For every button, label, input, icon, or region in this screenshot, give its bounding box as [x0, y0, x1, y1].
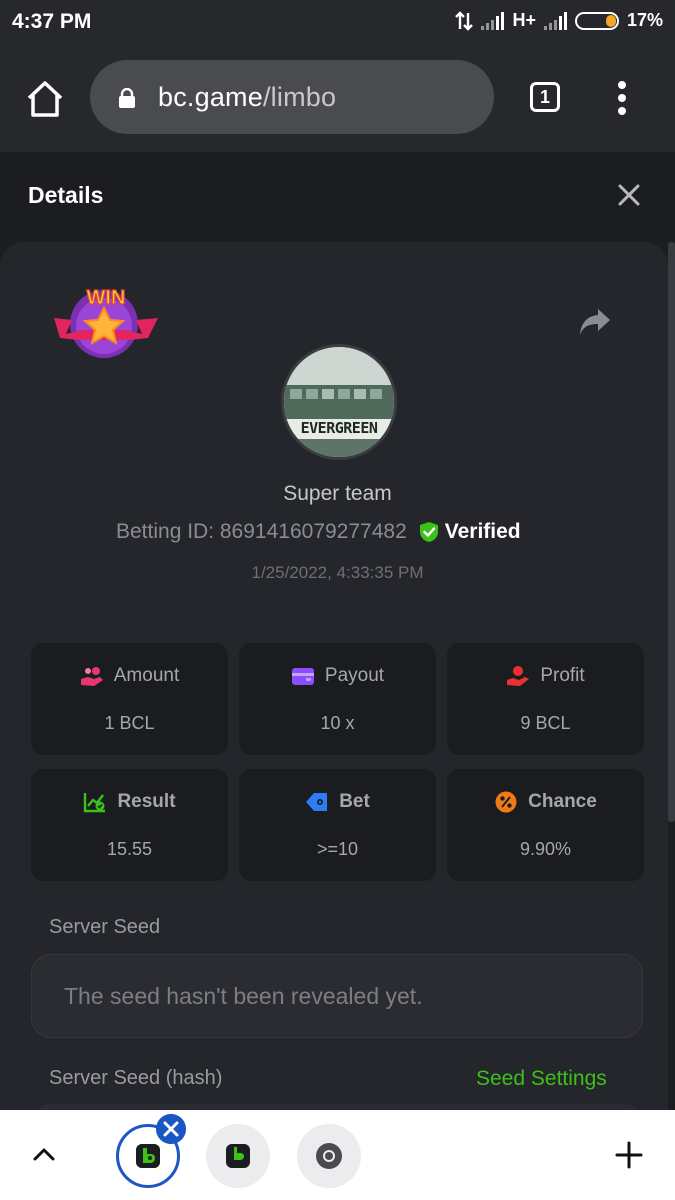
status-time: 4:37 PM [12, 10, 92, 33]
avatar-image [284, 347, 394, 457]
betting-id-row: Betting ID: 8691416079277482 Verified [116, 520, 521, 544]
bcgame-app-icon [136, 1144, 160, 1168]
chrome-icon [316, 1143, 342, 1169]
stat-card-bet: Bet >=10 [239, 769, 436, 881]
stat-head-chance: Chance [447, 791, 644, 813]
details-header: Details [0, 152, 675, 242]
verified-label: Verified [444, 520, 521, 543]
stat-value: 9.90% [519, 839, 572, 859]
stat-label: Payout [324, 665, 385, 686]
server-seed-label: Server Seed [49, 916, 161, 938]
share-icon[interactable] [578, 305, 612, 339]
stat-label: Chance [528, 791, 597, 812]
status-bar: 4:37 PM H+ 17% [0, 0, 675, 46]
stat-head-bet: Bet [239, 791, 436, 813]
hand-coin-icon [507, 666, 530, 686]
server-seed-field[interactable]: The seed hasn't been revealed yet. [31, 954, 643, 1038]
percent-icon [495, 791, 517, 813]
stat-head-payout: Payout [239, 665, 436, 687]
stat-head-amount: Amount [31, 665, 228, 687]
tab-chrome[interactable] [297, 1124, 361, 1188]
close-tab-icon[interactable] [156, 1114, 186, 1144]
more-menu-icon[interactable] [612, 80, 632, 116]
bottom-tab-switcher [0, 1110, 675, 1200]
stat-label: Result [117, 791, 176, 812]
tab-count-button[interactable]: 1 [530, 82, 560, 112]
stat-value: 9 BCL [520, 713, 571, 733]
stat-label: Profit [540, 665, 585, 686]
win-badge-text: WIN [87, 287, 126, 309]
stat-card-payout: Payout 10 x [239, 643, 436, 755]
status-indicators: H+ 17% [455, 10, 663, 31]
avatar: EVERGREEN [281, 344, 397, 460]
stat-card-amount: Amount 1 BCL [31, 643, 228, 755]
tag-icon [306, 793, 328, 811]
bet-timestamp: 1/25/2022, 4:33:35 PM [251, 563, 424, 582]
lock-icon [119, 88, 135, 108]
home-icon[interactable] [24, 78, 66, 120]
new-tab-plus-icon[interactable] [614, 1140, 644, 1170]
stat-head-profit: Profit [447, 665, 644, 687]
network-type: H+ [512, 10, 536, 30]
close-icon[interactable] [614, 180, 644, 210]
url-bar[interactable]: bc.game/limbo [90, 60, 494, 134]
url-text: bc.game/limbo [158, 82, 336, 113]
stat-card-profit: Profit 9 BCL [447, 643, 644, 755]
betting-id: Betting ID: 8691416079277482 [116, 520, 407, 543]
chart-check-icon [84, 793, 106, 813]
bcgame-chat-icon [226, 1144, 250, 1168]
details-title: Details [28, 182, 104, 208]
stat-label: Amount [113, 665, 180, 686]
username: Super team [283, 482, 392, 505]
chevron-up-icon[interactable] [32, 1146, 56, 1162]
win-badge-icon: WIN [54, 286, 158, 358]
stat-value: 1 BCL [104, 713, 155, 733]
tab-bcgame-chat[interactable] [206, 1124, 270, 1188]
coins-hand-icon [80, 667, 103, 686]
stat-card-result: Result 15.55 [31, 769, 228, 881]
battery-icon [574, 11, 619, 30]
server-seed-hash-label: Server Seed (hash) [49, 1067, 223, 1089]
url-domain: bc.game [158, 82, 263, 112]
signal-icon-2 [543, 11, 567, 30]
scrollbar[interactable] [668, 242, 675, 822]
browser-toolbar: bc.game/limbo 1 [0, 46, 675, 152]
signal-icon [481, 11, 505, 30]
stat-card-chance: Chance 9.90% [447, 769, 644, 881]
battery-percent: 17% [626, 10, 663, 30]
seed-settings-link[interactable]: Seed Settings [476, 1067, 607, 1091]
stat-label: Bet [339, 791, 370, 812]
stat-value: 15.55 [106, 839, 153, 859]
url-path: /limbo [262, 82, 337, 112]
stat-value: >=10 [316, 839, 359, 859]
stat-head-result: Result [31, 791, 228, 813]
server-seed-value: The seed hasn't been revealed yet. [64, 983, 423, 1009]
stat-value: 10 x [320, 713, 355, 733]
verified-shield-icon [419, 522, 438, 542]
data-transfer-icon [455, 10, 474, 31]
avatar-text: EVERGREEN [300, 419, 378, 437]
wallet-icon [291, 668, 314, 685]
